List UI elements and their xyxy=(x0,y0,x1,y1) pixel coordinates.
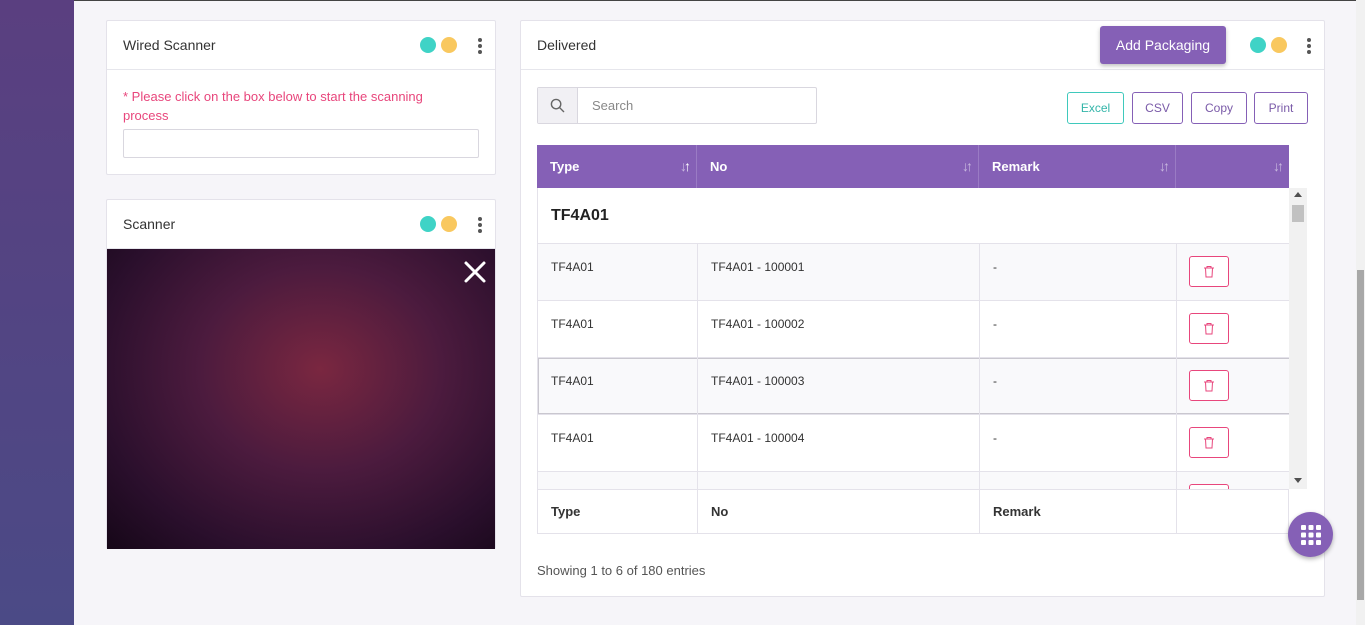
table-scrollbar[interactable] xyxy=(1289,188,1307,489)
trash-icon xyxy=(1204,323,1214,335)
yellow-dot-icon xyxy=(441,216,457,232)
search-input[interactable] xyxy=(578,88,816,123)
camera-preview xyxy=(107,249,495,549)
cell-actions xyxy=(1177,301,1289,357)
cell-actions xyxy=(1177,415,1289,471)
side-strip xyxy=(0,0,74,625)
teal-dot-icon xyxy=(1250,37,1266,53)
grid-icon xyxy=(1300,524,1321,545)
group-row: TF4A01 xyxy=(538,188,1289,244)
cell-type: TF4A01 xyxy=(538,301,698,357)
status-dots xyxy=(420,216,457,232)
sort-icon: ↓↑ xyxy=(1273,158,1284,174)
delivered-table: Type ↓↑ No ↓↑ Remark ↓↑ ↓↑ TF4A01 TF4A01… xyxy=(537,145,1307,534)
scan-hint: * Please click on the box below to start… xyxy=(123,89,423,123)
search-icon xyxy=(538,88,578,123)
scroll-up-icon[interactable] xyxy=(1294,192,1302,197)
scanner-title: Scanner xyxy=(123,216,176,232)
copy-button[interactable]: Copy xyxy=(1191,92,1247,124)
delete-button[interactable] xyxy=(1189,313,1229,344)
column-header-remark[interactable]: Remark ↓↑ xyxy=(979,145,1176,188)
close-icon[interactable] xyxy=(463,260,487,284)
delivered-card: Delivered Add Packaging Excel CSV Copy P… xyxy=(520,20,1325,597)
add-packaging-button[interactable]: Add Packaging xyxy=(1100,26,1226,64)
kebab-icon[interactable] xyxy=(478,217,482,233)
table-header: Type ↓↑ No ↓↑ Remark ↓↑ ↓↑ xyxy=(537,145,1289,188)
scanner-card: Scanner xyxy=(106,199,496,549)
table-info: Showing 1 to 6 of 180 entries xyxy=(537,563,706,578)
column-header-actions[interactable]: ↓↑ xyxy=(1176,145,1289,188)
kebab-icon[interactable] xyxy=(478,38,482,54)
table-row[interactable]: TF4A01 TF4A01 - 100004 - xyxy=(538,415,1289,472)
cell-remark: - xyxy=(980,415,1177,471)
trash-icon xyxy=(1204,380,1214,392)
teal-dot-icon xyxy=(420,216,436,232)
trash-icon xyxy=(1204,437,1214,449)
wired-scanner-card: Wired Scanner * Please click on the box … xyxy=(106,20,496,175)
trash-icon xyxy=(1204,266,1214,278)
cell-remark: - xyxy=(980,244,1177,300)
top-divider xyxy=(74,0,1365,1)
footer-no: No xyxy=(698,490,980,533)
wired-scanner-title: Wired Scanner xyxy=(123,37,216,53)
scroll-down-icon[interactable] xyxy=(1294,478,1302,483)
sort-icon: ↓↑ xyxy=(962,158,973,174)
cell-remark: - xyxy=(980,358,1177,414)
cell-type: TF4A01 xyxy=(538,244,698,300)
kebab-icon[interactable] xyxy=(1307,38,1311,54)
table-footer: Type No Remark xyxy=(537,489,1289,534)
sort-icon: ↓↑ xyxy=(680,158,691,174)
search-box xyxy=(537,87,817,124)
page-scrollbar-thumb[interactable] xyxy=(1357,270,1364,600)
page-scrollbar[interactable] xyxy=(1356,0,1365,625)
status-dots xyxy=(420,37,457,53)
footer-type: Type xyxy=(538,490,698,533)
column-header-type[interactable]: Type ↓↑ xyxy=(537,145,697,188)
cell-remark: - xyxy=(980,301,1177,357)
table-body[interactable]: TF4A01 TF4A01 TF4A01 - 100001 - TF4A01 T… xyxy=(537,188,1289,489)
cell-type: TF4A01 xyxy=(538,415,698,471)
cell-no: TF4A01 - 100002 xyxy=(698,301,980,357)
yellow-dot-icon xyxy=(441,37,457,53)
cell-actions xyxy=(1177,244,1289,300)
wired-scanner-header: Wired Scanner xyxy=(107,21,495,70)
table-row[interactable]: TF4A01 TF4A01 - 100001 - xyxy=(538,244,1289,301)
footer-actions xyxy=(1177,490,1288,533)
scan-input[interactable] xyxy=(123,129,479,158)
cell-actions xyxy=(1177,472,1289,489)
yellow-dot-icon xyxy=(1271,37,1287,53)
sort-icon: ↓↑ xyxy=(1159,158,1170,174)
teal-dot-icon xyxy=(420,37,436,53)
cell-type: TF4A01 xyxy=(538,358,698,414)
delivered-title: Delivered xyxy=(537,37,597,53)
column-header-no[interactable]: No ↓↑ xyxy=(697,145,979,188)
apps-fab-button[interactable] xyxy=(1288,512,1333,557)
cell-no: TF4A01 - 100001 xyxy=(698,244,980,300)
delete-button[interactable] xyxy=(1189,370,1229,401)
table-row[interactable]: TF4A01 TF4A01 - 100002 - xyxy=(538,301,1289,358)
cell-no: TF4A01 - 100003 xyxy=(698,358,980,414)
csv-button[interactable]: CSV xyxy=(1132,92,1183,124)
scanner-header: Scanner xyxy=(107,200,495,249)
delete-button[interactable] xyxy=(1189,427,1229,458)
print-button[interactable]: Print xyxy=(1254,92,1308,124)
status-dots xyxy=(1250,37,1287,53)
cell-actions xyxy=(1177,358,1289,414)
table-row[interactable]: TF4A01 TF4A01 - 100003 - xyxy=(538,358,1289,415)
excel-button[interactable]: Excel xyxy=(1067,92,1124,124)
delivered-header: Delivered Add Packaging xyxy=(521,21,1324,70)
table-row-partial[interactable] xyxy=(538,472,1289,489)
table-scrollbar-thumb[interactable] xyxy=(1292,205,1304,222)
delete-button[interactable] xyxy=(1189,256,1229,287)
footer-remark: Remark xyxy=(980,490,1177,533)
cell-no: TF4A01 - 100004 xyxy=(698,415,980,471)
